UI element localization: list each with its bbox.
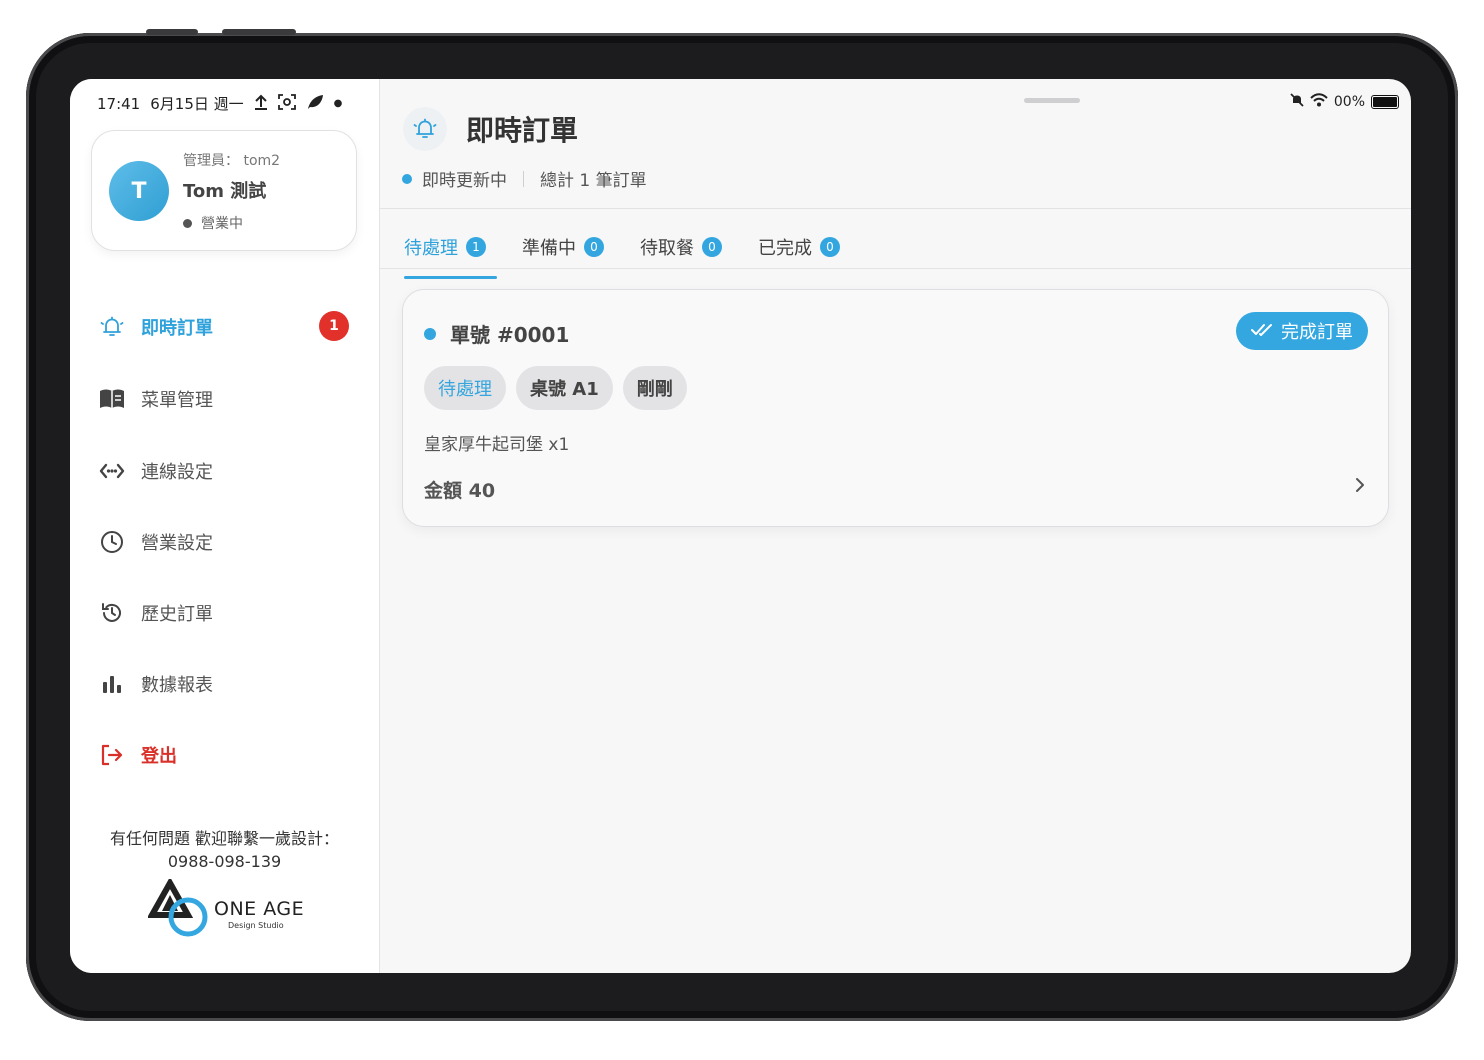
- tab-completed[interactable]: 已完成 0: [758, 227, 840, 267]
- order-card[interactable]: 單號 #0001 完成訂單 待處理 桌號 A1 剛剛 皇家厚牛起司堡 x1 金額…: [402, 289, 1389, 527]
- notification-dot-icon: ●: [333, 98, 343, 109]
- double-check-icon: [1251, 321, 1273, 342]
- live-status-text: 即時更新中: [422, 171, 507, 191]
- tab-count-badge: 1: [466, 237, 486, 257]
- order-total-count: 總計 1 筆訂單: [540, 171, 647, 191]
- status-time: 17:41: [97, 94, 141, 113]
- one-age-logo: ONE AGE Design Studio: [148, 879, 308, 939]
- table-chip: 桌號 A1: [516, 366, 613, 410]
- tabs-divider: [380, 268, 1411, 269]
- history-icon: [99, 601, 125, 625]
- window-grabber[interactable]: [1024, 98, 1080, 103]
- main-content: 00% 即時訂單 即時更新中 總計 1 筆訂單 待處理 1 準備中 0 待取餐 …: [380, 79, 1411, 973]
- status-dot: [183, 218, 192, 228]
- profile-name: Tom 測試: [183, 181, 267, 202]
- live-status-line: 即時更新中 總計 1 筆訂單: [402, 166, 647, 191]
- order-number: 單號 #0001: [424, 319, 569, 348]
- sidebar-item-live-orders[interactable]: 即時訂單 1: [99, 307, 359, 347]
- divider: [523, 170, 524, 187]
- contact-text: 有任何問題 歡迎聯繫一歲設計：: [109, 829, 340, 848]
- tab-label: 已完成: [758, 238, 812, 259]
- hardware-button: [146, 29, 198, 35]
- sidebar-item-label: 登出: [141, 746, 177, 767]
- profile-status: 營業中: [183, 213, 243, 233]
- clock-icon: [99, 530, 125, 554]
- time-chip: 剛剛: [622, 366, 687, 410]
- sidebar: 17:41 6月15日 週一 ● T 管理員： tom2 Tom 測試 營業中: [70, 79, 380, 973]
- screenshot-icon: [277, 93, 296, 114]
- bell-icon: [413, 118, 437, 138]
- logo-subtitle: Design Studio: [228, 921, 284, 930]
- sidebar-item-business-settings[interactable]: 營業設定: [99, 522, 359, 562]
- battery-icon: [1371, 95, 1399, 109]
- header-bell-badge: [403, 107, 447, 151]
- profile-role: 管理員： tom2: [183, 153, 281, 169]
- sidebar-item-order-history[interactable]: 歷史訂單: [99, 593, 359, 633]
- order-number-text: 單號 #0001: [450, 323, 570, 347]
- sidebar-item-logout[interactable]: 登出: [99, 735, 359, 775]
- chevron-right-icon[interactable]: [1354, 476, 1366, 498]
- order-tabs: 待處理 1 準備中 0 待取餐 0 已完成 0: [404, 227, 840, 279]
- sidebar-item-label: 即時訂單: [141, 318, 213, 339]
- header-divider: [380, 208, 1411, 209]
- tab-count-badge: 0: [584, 237, 604, 257]
- profile-card[interactable]: T 管理員： tom2 Tom 測試 營業中: [91, 130, 357, 251]
- live-dot: [402, 173, 412, 184]
- active-tab-indicator: [404, 276, 497, 279]
- complete-order-button[interactable]: 完成訂單: [1236, 312, 1368, 350]
- leaf-icon: [306, 94, 324, 114]
- order-amount: 金額 40: [424, 480, 496, 502]
- status-date: 6月15日 週一: [150, 95, 244, 113]
- status-bar-left: 17:41 6月15日 週一 ●: [97, 93, 342, 114]
- profile-status-text: 營業中: [201, 216, 243, 232]
- bell-icon: [99, 315, 125, 339]
- logout-icon: [99, 744, 125, 766]
- tab-label: 待處理: [404, 238, 458, 259]
- sidebar-item-connection-settings[interactable]: 連線設定: [99, 451, 359, 491]
- screen: 17:41 6月15日 週一 ● T 管理員： tom2 Tom 測試 營業中: [70, 79, 1411, 973]
- mute-icon: [1290, 93, 1304, 111]
- sidebar-item-data-reports[interactable]: 數據報表: [99, 664, 359, 704]
- tab-count-badge: 0: [702, 237, 722, 257]
- tab-pending[interactable]: 待處理 1: [404, 227, 497, 279]
- order-status-dot: [424, 327, 436, 340]
- sidebar-item-menu-management[interactable]: 菜單管理: [99, 379, 359, 419]
- order-chips: 待處理 桌號 A1 剛剛: [424, 366, 687, 410]
- complete-order-label: 完成訂單: [1281, 322, 1353, 343]
- live-orders-badge: 1: [319, 311, 349, 341]
- status-chip: 待處理: [424, 366, 506, 410]
- tab-label: 準備中: [522, 238, 576, 259]
- upload-icon: [254, 94, 268, 114]
- logo-name: ONE AGE: [214, 898, 305, 920]
- tab-count-badge: 0: [820, 237, 840, 257]
- link-icon: [99, 462, 125, 480]
- page-title: 即時訂單: [466, 114, 579, 147]
- wifi-icon: [1310, 93, 1328, 111]
- hardware-button: [222, 29, 296, 35]
- tab-preparing[interactable]: 準備中 0: [522, 227, 604, 267]
- sidebar-item-label: 數據報表: [141, 675, 213, 696]
- tab-label: 待取餐: [640, 238, 694, 259]
- tab-ready-for-pickup[interactable]: 待取餐 0: [640, 227, 722, 267]
- sidebar-item-label: 連線設定: [141, 462, 213, 483]
- status-bar-right: 00%: [1290, 93, 1399, 111]
- battery-percentage: 00%: [1333, 94, 1365, 110]
- sidebar-item-label: 歷史訂單: [141, 604, 213, 625]
- sidebar-item-label: 營業設定: [141, 533, 213, 554]
- contact-phone: 0988-098-139: [167, 852, 282, 871]
- book-icon: [99, 388, 125, 410]
- order-line-item: 皇家厚牛起司堡 x1: [424, 435, 570, 455]
- sidebar-item-label: 菜單管理: [141, 390, 213, 411]
- bar-chart-icon: [99, 674, 125, 694]
- avatar: T: [109, 161, 169, 221]
